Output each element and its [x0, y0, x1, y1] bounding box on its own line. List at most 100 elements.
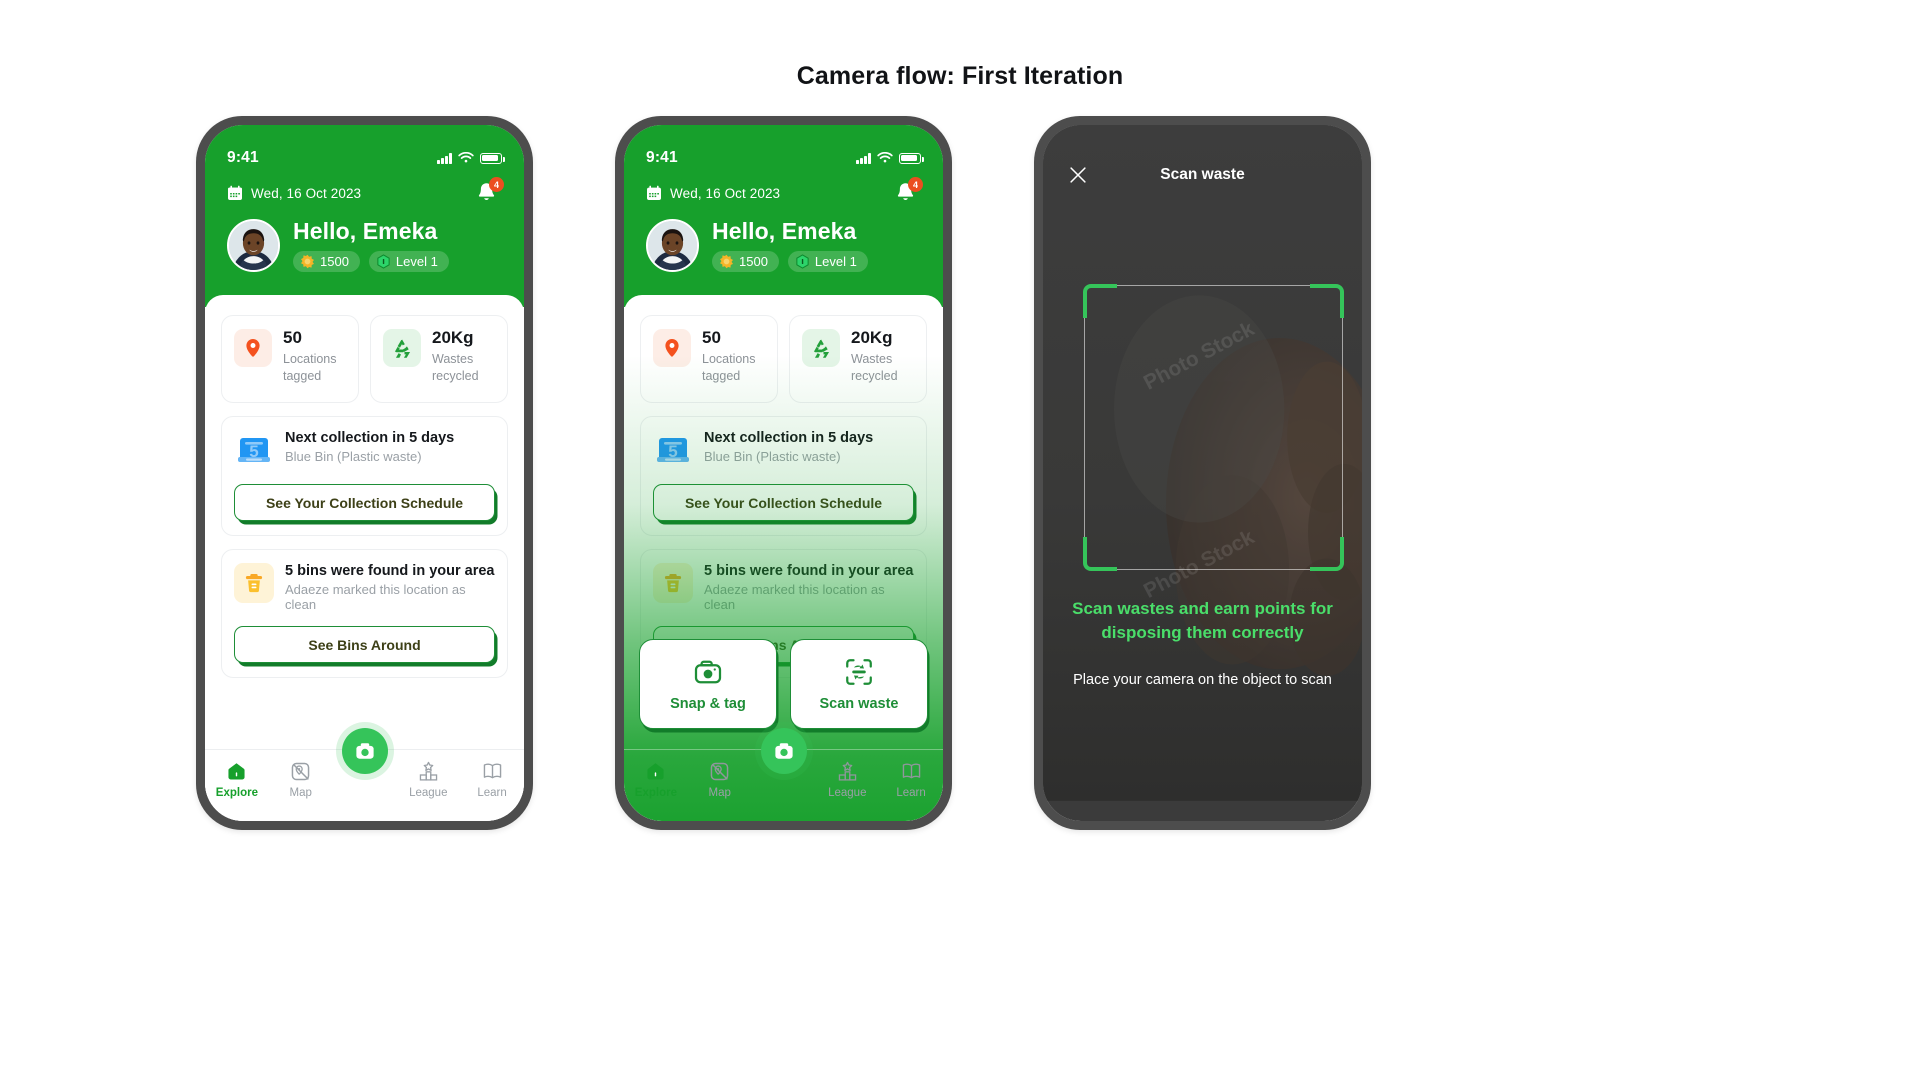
close-button[interactable] [1065, 162, 1091, 188]
camera-fab-button[interactable] [760, 728, 807, 774]
collection-card-top: 5 Next collection in 5 days Blue Bin (Pl… [234, 430, 495, 470]
camera-fab-button[interactable] [341, 728, 388, 774]
camera-icon [355, 743, 374, 759]
points-value: 1500 [739, 254, 768, 269]
signal-bars-icon [856, 153, 871, 164]
location-pin-icon [653, 329, 691, 367]
stat-label: Wastes recycled [851, 351, 898, 383]
collection-subtitle: Blue Bin (Plastic waste) [704, 449, 841, 464]
level-chip: Level 1 [787, 251, 868, 272]
stat-card-locations[interactable]: 50 Locations tagged [221, 315, 359, 403]
points-value: 1500 [320, 254, 349, 269]
stat-card-locations[interactable]: 50 Locations tagged [640, 315, 778, 403]
notification-bell-button[interactable]: 4 [476, 177, 504, 205]
screen-action-sheet: 9:41 Wed, 16 Oct 2023 4 Hello, Emeka 150… [624, 125, 943, 821]
date-row: Wed, 16 Oct 2023 4 [227, 177, 504, 205]
level-hexagon-icon [377, 254, 390, 269]
tab-league[interactable]: League [396, 761, 460, 799]
bins-card: 5 bins were found in your area Adaeze ma… [221, 549, 508, 678]
bins-card-text: 5 bins were found in your area Adaeze ma… [285, 563, 495, 612]
book-icon [483, 763, 501, 779]
battery-icon [480, 152, 505, 164]
page-title: Camera flow: First Iteration [796, 62, 1124, 90]
trash-bin-icon [653, 563, 693, 603]
app-header: 9:41 Wed, 16 Oct 2023 4 Hello, Emeka 150… [624, 125, 943, 307]
bins-subtitle: Adaeze marked this location as clean [704, 582, 885, 612]
bottom-tab-bar: Explore Map League Learn [205, 728, 524, 821]
stats-row: 50 Locations tagged 20Kg Wastes recycled [221, 315, 508, 403]
action-label: Scan waste [819, 695, 899, 712]
scan-corner-bottom-right [1310, 537, 1344, 571]
date-group: Wed, 16 Oct 2023 [646, 185, 780, 201]
map-icon [291, 762, 310, 781]
greeting-text: Hello, Emeka [293, 218, 438, 244]
scan-corner-top-left [1083, 284, 1117, 318]
scan-corner-bottom-left [1083, 537, 1117, 571]
bins-subtitle: Adaeze marked this location as clean [285, 582, 466, 612]
points-chip: 1500 [293, 251, 360, 272]
battery-icon [899, 152, 924, 164]
camera-subtext: Place your camera on the object to scan [1073, 672, 1332, 688]
wifi-icon [458, 152, 474, 163]
location-pin-icon [234, 329, 272, 367]
podium-icon [838, 761, 856, 781]
stat-value: 20Kg [851, 328, 893, 347]
calendar-icon [647, 185, 661, 200]
status-time: 9:41 [227, 149, 259, 166]
avatar[interactable] [646, 218, 699, 272]
map-icon [710, 762, 729, 781]
notification-badge: 4 [908, 177, 923, 192]
greeting-text: Hello, Emeka [712, 218, 857, 244]
stat-label: Wastes recycled [432, 351, 479, 383]
tab-label: Explore [215, 787, 258, 799]
notification-bell-button[interactable]: 4 [895, 177, 923, 205]
tab-label: Map [289, 787, 312, 799]
tab-explore[interactable]: Explore [205, 761, 269, 799]
scan-waste-button[interactable]: Scan waste [790, 639, 928, 729]
stat-label: Locations tagged [283, 351, 337, 383]
collection-title: Next collection in 5 days [285, 430, 455, 446]
status-time: 9:41 [646, 149, 678, 166]
signal-bars-icon [437, 153, 452, 164]
stat-card-recycled[interactable]: 20Kg Wastes recycled [789, 315, 927, 403]
tab-map[interactable]: Map [269, 761, 333, 799]
tab-map[interactable]: Map [688, 761, 752, 799]
bins-title: 5 bins were found in your area [704, 563, 914, 579]
tab-label: Learn [896, 787, 926, 799]
recycle-icon [383, 329, 421, 367]
level-hexagon-icon [796, 254, 809, 269]
avatar[interactable] [227, 218, 280, 272]
phone-mockup-home: 9:41 Wed, 16 Oct 2023 4 Hello, Emeka 150… [196, 116, 533, 830]
collection-subtitle: Blue Bin (Plastic waste) [285, 449, 422, 464]
podium-icon [419, 761, 437, 781]
tab-label: League [828, 787, 867, 799]
user-row: Hello, Emeka 1500 Level 1 [227, 218, 502, 272]
screen-camera: Photo Stock Photo Stock Scan waste Scan … [1043, 125, 1362, 821]
collection-title: Next collection in 5 days [704, 430, 874, 446]
book-icon [902, 763, 920, 779]
stat-card-recycled[interactable]: 20Kg Wastes recycled [370, 315, 508, 403]
tab-learn[interactable]: Learn [879, 761, 943, 799]
collection-card-top: 5 Next collection in 5 days Blue Bin (Pl… [653, 430, 914, 470]
stats-row: 50 Locations tagged 20Kg Wastes recycled [640, 315, 927, 403]
action-sheet: Snap & tag Scan waste [639, 639, 928, 729]
status-icons [437, 152, 505, 164]
camera-headline: Scan wastes and earn points for disposin… [1072, 599, 1333, 643]
tab-explore[interactable]: Explore [624, 761, 688, 799]
see-collection-schedule-button[interactable]: See Your Collection Schedule [234, 484, 495, 521]
see-bins-around-button[interactable]: See Bins Around [234, 626, 495, 663]
collection-card: 5 Next collection in 5 days Blue Bin (Pl… [640, 416, 927, 536]
camera-icon [774, 743, 793, 759]
stat-value: 50 [283, 328, 302, 347]
tab-label: League [409, 787, 448, 799]
bottom-tab-bar: Explore Map League Learn [624, 728, 943, 821]
see-collection-schedule-button[interactable]: See Your Collection Schedule [653, 484, 914, 521]
bins-title: 5 bins were found in your area [285, 563, 495, 579]
tab-learn[interactable]: Learn [460, 761, 524, 799]
home-icon [228, 763, 245, 780]
tab-league[interactable]: League [815, 761, 879, 799]
snap-and-tag-button[interactable]: Snap & tag [639, 639, 777, 729]
level-value: Level 1 [814, 254, 857, 269]
calendar-day-5-icon: 5 [234, 430, 274, 470]
screenshot-canvas: Camera flow: First Iteration 9:41 Wed, 1… [0, 0, 1920, 1080]
